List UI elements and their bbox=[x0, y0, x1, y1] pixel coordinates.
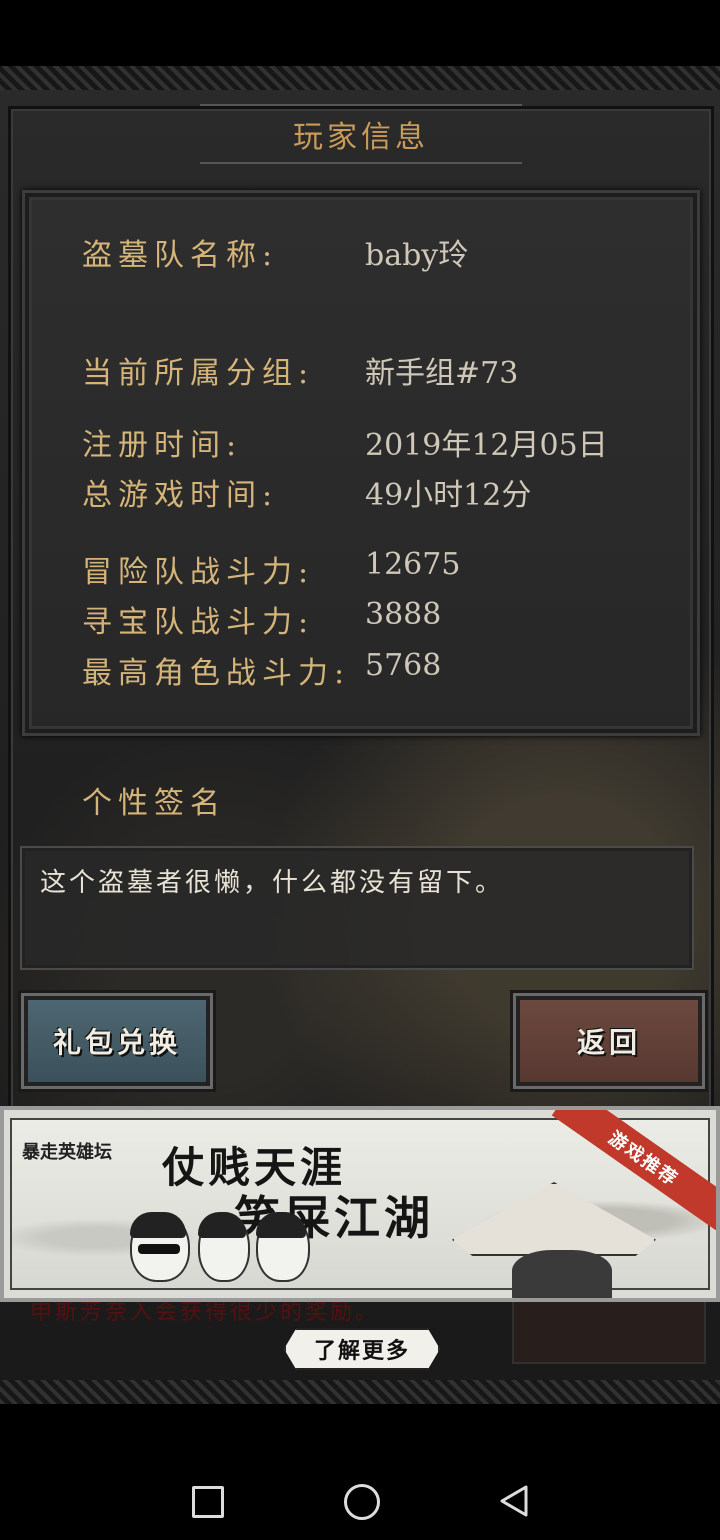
total-play-time-value: 49小时12分 bbox=[365, 478, 532, 513]
group-label: 当前所属分组: bbox=[82, 356, 315, 391]
team-name-label: 盗墓队名称: bbox=[82, 238, 279, 273]
ad-swordsman-figure bbox=[512, 1250, 612, 1298]
learn-more-label: 了解更多 bbox=[313, 1338, 410, 1364]
frame-bottom-border bbox=[0, 1380, 720, 1404]
learn-more-button[interactable]: 了解更多 bbox=[284, 1328, 440, 1370]
adventure-power-label: 冒险队战斗力: bbox=[82, 555, 315, 590]
panel-title-strip: 玩家信息 bbox=[200, 104, 522, 164]
ad-character-face bbox=[130, 1212, 190, 1282]
treasure-power-label: 寻宝队战斗力: bbox=[82, 605, 315, 640]
signature-text: 这个盗墓者很懒，什么都没有留下。 bbox=[40, 868, 505, 898]
adventure-power-value: 12675 bbox=[365, 547, 461, 582]
max-role-power-label: 最高角色战斗力: bbox=[82, 656, 351, 691]
signature-box: 这个盗墓者很懒，什么都没有留下。 bbox=[20, 846, 694, 970]
register-time-value: 2019年12月05日 bbox=[365, 428, 608, 463]
gift-redeem-label: 礼包兑换 bbox=[52, 1026, 181, 1059]
triangle-back-icon[interactable] bbox=[498, 1484, 530, 1518]
panel-title: 玩家信息 bbox=[293, 120, 429, 155]
square-icon[interactable] bbox=[192, 1486, 224, 1518]
ad-ribbon-text: 游戏推荐 bbox=[604, 1127, 682, 1191]
group-value: 新手组#73 bbox=[365, 356, 519, 391]
total-play-time-label: 总游戏时间: bbox=[82, 478, 279, 513]
status-bar bbox=[0, 0, 720, 66]
gift-redeem-button[interactable]: 礼包兑换 bbox=[18, 990, 216, 1092]
circle-icon[interactable] bbox=[344, 1484, 380, 1520]
max-role-power-value: 5768 bbox=[365, 648, 442, 683]
ad-banner[interactable]: 暴走英雄坛 仗贱天涯 笑屎江湖 游戏推荐 bbox=[0, 1106, 720, 1302]
ad-character-face bbox=[198, 1212, 250, 1282]
ad-brand: 暴走英雄坛 bbox=[22, 1142, 112, 1163]
back-label: 返回 bbox=[576, 1026, 641, 1059]
ad-character-face bbox=[256, 1212, 310, 1282]
back-button[interactable]: 返回 bbox=[510, 990, 708, 1092]
treasure-power-value: 3888 bbox=[365, 597, 442, 632]
ad-artwork: 暴走英雄坛 仗贱天涯 笑屎江湖 游戏推荐 bbox=[10, 1110, 716, 1298]
ad-straw-hat bbox=[452, 1182, 656, 1256]
frame-top-border bbox=[0, 66, 720, 90]
ad-character-shades bbox=[138, 1244, 180, 1254]
ad-character-hair bbox=[130, 1212, 186, 1238]
team-name-value: baby玲 bbox=[365, 238, 469, 273]
signature-title: 个性签名 bbox=[82, 786, 226, 821]
register-time-label: 注册时间: bbox=[82, 428, 243, 463]
